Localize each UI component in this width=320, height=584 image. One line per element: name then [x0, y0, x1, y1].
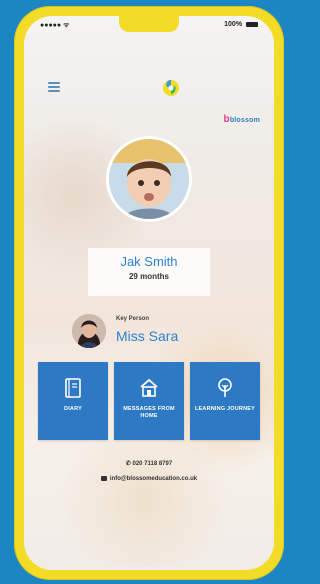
child-name: Jak Smith — [120, 254, 178, 269]
key-person-avatar — [72, 314, 106, 348]
tree-icon — [218, 378, 232, 397]
contact-email[interactable]: info@blossomeducation.co.uk — [24, 476, 274, 482]
email-address: info@blossomeducation.co.uk — [109, 476, 198, 483]
status-signal: ●●●●● ᯤ — [40, 22, 70, 29]
hamburger-menu-icon[interactable] — [48, 82, 60, 92]
child-avatar — [106, 136, 192, 222]
brand-logo: bblossom — [224, 114, 261, 125]
status-battery: 100% — [224, 21, 258, 28]
app-screen: ●●●●● ᯤ 100% bblossom Jak Smith 29 month… — [24, 16, 274, 570]
messages-from-home-button[interactable]: MESSAGES FROM HOME — [114, 362, 184, 440]
home-icon — [140, 378, 158, 397]
child-age: 29 months — [128, 272, 169, 281]
brand-text: blossom — [229, 117, 260, 124]
learning-journey-button[interactable]: LEARNING JOURNEY — [190, 362, 260, 440]
key-person-label: Key Person — [116, 316, 150, 322]
diary-button[interactable]: DIARY — [38, 362, 108, 440]
child-photo — [109, 139, 189, 219]
learning-journey-label: LEARNING JOURNEY — [194, 406, 256, 412]
contact-phone[interactable]: ✆ 020 7118 8797 — [24, 460, 274, 467]
child-info-card: Jak Smith 29 months — [88, 248, 210, 296]
battery-icon — [246, 21, 258, 27]
key-person-name: Miss Sara — [116, 328, 179, 344]
diary-label: DIARY — [64, 406, 82, 412]
phone-notch — [119, 16, 179, 32]
phone-frame: ●●●●● ᯤ 100% bblossom Jak Smith 29 month… — [14, 6, 284, 580]
app-logo-icon — [163, 80, 179, 96]
phone-number: 020 7118 8797 — [132, 461, 173, 467]
diary-icon — [65, 378, 81, 398]
mail-icon — [100, 476, 107, 481]
action-tiles: DIARY MESSAGES FROM HOME LEARNING JOURNE… — [38, 362, 260, 440]
background-blur — [44, 436, 244, 566]
messages-from-home-label: MESSAGES FROM HOME — [123, 406, 175, 419]
battery-percent: 100% — [224, 21, 244, 28]
